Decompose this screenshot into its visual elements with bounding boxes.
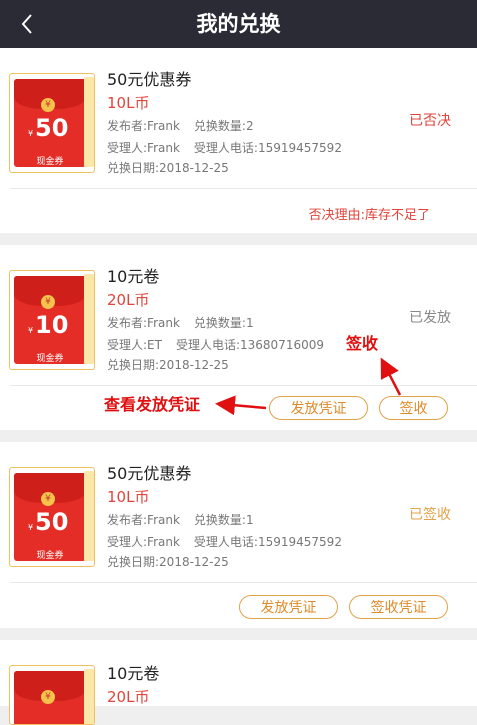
exchange-date: 兑换日期:2018-12-25 [107,358,229,372]
coupon-amount: 50 [35,114,69,142]
publisher-line: 发布者:Frank 兑换数量:1 [107,314,254,331]
publisher: 发布者:Frank [107,119,180,133]
item-price: 10L币 [107,488,150,506]
coupon-label: 现金券 [36,157,64,167]
view-voucher-button[interactable]: 发放凭证 [239,595,338,619]
coupon-thumbnail: ¥ ¥ 50 现金券 [9,73,95,173]
reject-reason: 否决理由:库存不足了 [308,208,430,223]
coin-icon: ¥ [41,690,55,704]
item-price: 20L币 [107,688,150,706]
divider [10,188,477,189]
item-price: 10L币 [107,94,150,112]
divider [10,385,477,386]
coupon-thumbnail: ¥ [9,665,95,725]
handler-phone: 受理人电话:15919457592 [193,535,342,549]
coupon-thumbnail: ¥ ¥ 50 现金券 [9,467,95,567]
coin-icon: ¥ [41,492,55,506]
coin-icon: ¥ [41,98,55,112]
handler: 受理人:Frank [107,535,180,549]
divider [10,582,477,583]
handler-phone: 受理人电话:15919457592 [193,141,342,155]
coupon-label: 现金券 [36,354,64,364]
item-name: 10元卷 [107,664,160,683]
coupon-amount: 50 [35,508,69,536]
annotation-view-voucher: 查看发放凭证 [104,395,201,414]
status-badge: 已签收 [409,507,451,523]
handler-line: 受理人:ET 受理人电话:13680716009 [107,336,324,353]
quantity: 兑换数量:1 [193,316,254,330]
exchange-card-2: ¥ ¥ 10 现金券 10元卷 20L币 发布者:Frank 兑换数量:1 受理人… [0,245,477,430]
item-name: 50元优惠券 [107,464,192,483]
handler-line: 受理人:Frank 受理人电话:15919457592 [107,533,342,550]
exchange-card-3: ¥ ¥ 50 现金券 50元优惠券 10L币 发布者:Frank 兑换数量:1 受… [0,442,477,628]
view-sign-voucher-button[interactable]: 签收凭证 [349,595,448,619]
item-name: 50元优惠券 [107,70,192,89]
quantity: 兑换数量:2 [193,119,254,133]
view-voucher-button[interactable]: 发放凭证 [269,396,368,420]
coupon-label: 现金券 [36,551,64,561]
exchange-card-4: ¥ 10元卷 20L币 [0,640,477,725]
exchange-card-1: ¥ ¥ 50 现金券 50元优惠券 10L币 发布者:Frank 兑换数量:2 受… [0,48,477,233]
coin-icon: ¥ [41,295,55,309]
publisher: 发布者:Frank [107,316,180,330]
coupon-amount: 10 [35,311,69,339]
status-badge: 已发放 [409,310,451,326]
item-name: 10元卷 [107,267,160,286]
item-price: 20L币 [107,291,150,309]
sign-button[interactable]: 签收 [379,396,448,420]
quantity: 兑换数量:1 [193,513,254,527]
status-badge: 已否决 [409,113,451,129]
handler-line: 受理人:Frank 受理人电话:15919457592 [107,139,342,156]
exchange-date: 兑换日期:2018-12-25 [107,161,229,175]
page-title: 我的兑换 [196,12,281,36]
publisher: 发布者:Frank [107,513,180,527]
app-header: 我的兑换 [0,0,477,48]
annotation-sign: 签收 [346,334,379,353]
publisher-line: 发布者:Frank 兑换数量:1 [107,511,254,528]
coupon-thumbnail: ¥ ¥ 10 现金券 [9,270,95,370]
handler-phone: 受理人电话:13680716009 [175,338,324,352]
handler: 受理人:Frank [107,141,180,155]
publisher-line: 发布者:Frank 兑换数量:2 [107,117,254,134]
exchange-date: 兑换日期:2018-12-25 [107,555,229,569]
handler: 受理人:ET [107,338,162,352]
